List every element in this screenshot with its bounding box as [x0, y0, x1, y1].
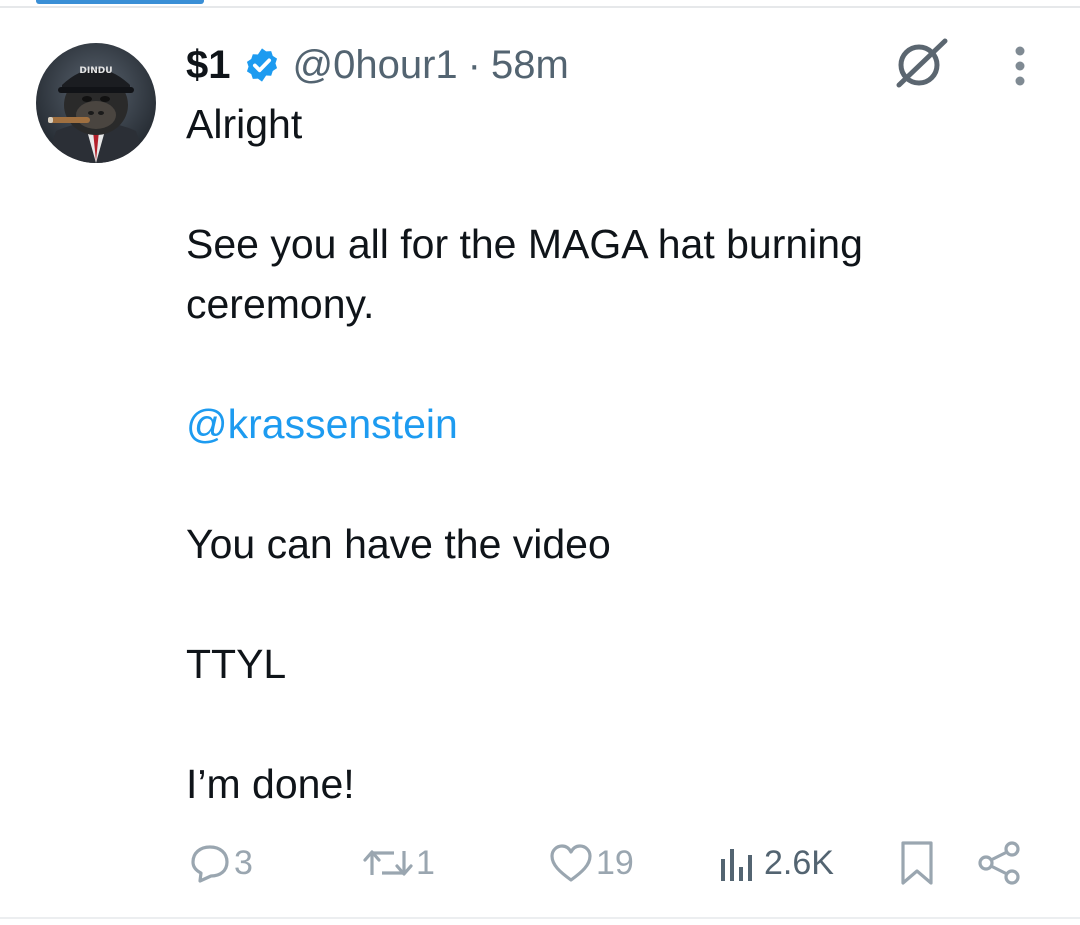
bookmark-button[interactable]	[898, 838, 936, 888]
header-separator: ·	[467, 42, 481, 87]
reply-count: 3	[234, 843, 253, 882]
mute-slash-circle-icon[interactable]	[893, 37, 949, 89]
verified-badge-icon[interactable]	[243, 46, 281, 84]
tweet-line: TTYL	[186, 641, 287, 687]
bookmark-icon	[901, 841, 933, 885]
mention-link[interactable]: @krassenstein	[186, 394, 458, 454]
repost-button[interactable]: 1	[362, 838, 435, 888]
avatar-gorilla-image: DINDU	[36, 43, 156, 163]
tweet-line: Alright	[186, 101, 303, 147]
reply-button[interactable]: 3	[188, 838, 253, 888]
repost-count: 1	[416, 843, 435, 882]
reply-bubble-icon	[191, 845, 229, 883]
views-bars-icon	[721, 849, 752, 881]
timestamp[interactable]: 58m	[491, 43, 569, 88]
views-button[interactable]: 2.6K	[718, 838, 834, 888]
view-count: 2.6K	[764, 843, 834, 882]
share-nodes-icon	[978, 841, 1020, 885]
active-tab-indicator	[36, 0, 204, 4]
tweet-line: I’m done!	[186, 761, 355, 807]
display-name[interactable]: $1	[186, 43, 231, 88]
handle[interactable]: @0hour1	[293, 43, 458, 88]
top-tab-bar	[0, 0, 1080, 8]
like-button[interactable]: 19	[548, 838, 634, 888]
share-button[interactable]	[976, 838, 1024, 888]
tweet-line: ceremony.	[186, 281, 375, 327]
avatar[interactable]: DINDU	[36, 43, 156, 163]
bottom-divider	[0, 917, 1080, 919]
heart-icon	[550, 844, 592, 882]
tweet-header: $1 @0hour1 · 58m	[186, 40, 569, 90]
tweet-line: You can have the video	[186, 521, 611, 567]
like-count: 19	[596, 843, 634, 882]
tweet-line: See you all for the MAGA hat burning	[186, 221, 863, 267]
more-options-icon[interactable]	[1010, 44, 1030, 88]
repost-arrows-icon	[363, 850, 413, 876]
avatar-cap-text: DINDU	[79, 66, 112, 76]
